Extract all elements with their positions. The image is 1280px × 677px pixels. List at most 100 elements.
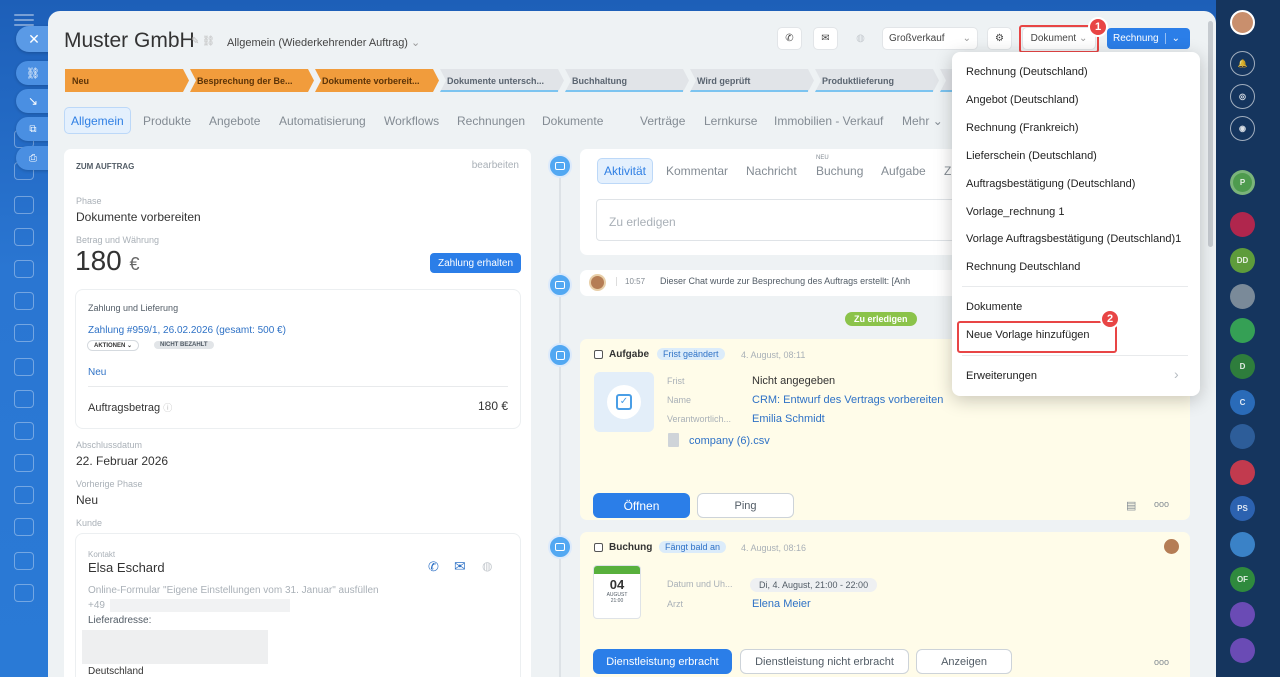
service-done-button[interactable]: Dienstleistung erbracht [593, 649, 732, 674]
menu-item-invoice-germany[interactable]: Rechnung Deutschland [966, 261, 1080, 273]
menu-item-delivery-note[interactable]: Lieferschein (Deutschland) [966, 150, 1097, 162]
note-icon[interactable]: ▤ [1126, 499, 1136, 512]
tab-documents[interactable]: Dokumente [542, 108, 603, 133]
copy-link-button[interactable]: ⛓ [16, 61, 50, 85]
chat-avatar-of[interactable]: OF [1230, 567, 1255, 592]
print-button[interactable]: ⎙ [16, 146, 50, 170]
chat-avatar[interactable] [1230, 532, 1255, 557]
more-icon[interactable]: ooo [1154, 499, 1169, 509]
chat-text[interactable]: Dieser Chat wurde zur Besprechung des Au… [660, 276, 910, 286]
tab-booking[interactable]: Buchung [816, 164, 863, 178]
close-slider-button[interactable]: ✕ [16, 26, 52, 52]
pulse-icon[interactable]: ◎ [1230, 84, 1255, 109]
settings-button[interactable]: ⚙ [988, 28, 1011, 49]
name-value[interactable]: CRM: Entwurf des Vertrags vorbereiten [752, 394, 943, 406]
menu-item-quote-de[interactable]: Angebot (Deutschland) [966, 94, 1079, 106]
contact-phone-icon[interactable]: ✆ [428, 559, 439, 575]
contact-name[interactable]: Elsa Eschard [88, 560, 165, 575]
tab-message[interactable]: Nachricht [746, 164, 797, 178]
nav-icon[interactable] [14, 324, 34, 342]
menu-item-invoice-fr[interactable]: Rechnung (Frankreich) [966, 122, 1079, 134]
tab-contracts[interactable]: Verträge [640, 108, 685, 133]
menu-item-order-confirmation[interactable]: Auftragsbestätigung (Deutschland) [966, 178, 1135, 190]
menu-item-invoice-de[interactable]: Rechnung (Deutschland) [966, 66, 1088, 78]
tab-products[interactable]: Produkte [143, 108, 191, 133]
tab-more[interactable]: Mehr ⌄ [902, 108, 943, 133]
chevron-down-icon[interactable]: ⌄ [1164, 33, 1180, 44]
nav-icon[interactable] [14, 390, 34, 408]
more-icon[interactable]: ooo [1154, 657, 1169, 667]
open-new-window-button[interactable]: ⧉ [16, 117, 50, 141]
chat-avatar[interactable] [1230, 318, 1255, 343]
tab-activity[interactable]: Aktivität [598, 159, 653, 183]
user-avatar[interactable] [1230, 10, 1255, 35]
stage-new[interactable]: Neu [65, 69, 189, 92]
ping-button[interactable]: Ping [697, 493, 794, 518]
nav-icon[interactable] [14, 196, 34, 214]
tab-quotes[interactable]: Angebote [209, 108, 260, 133]
nav-icon[interactable] [14, 486, 34, 504]
contact-mail-icon[interactable]: ✉ [454, 558, 466, 575]
tab-invoices[interactable]: Rechnungen [457, 108, 525, 133]
file-link[interactable]: company (6).csv [689, 435, 770, 447]
chat-avatar-d[interactable]: D [1230, 354, 1255, 379]
deal-category-selector[interactable]: Allgemein (Wiederkehrender Auftrag) ⌄ [227, 36, 420, 49]
doctor-value[interactable]: Elena Meier [752, 598, 811, 610]
pipeline-selector[interactable]: Großverkauf ⌄ [883, 28, 977, 49]
task-checkbox[interactable] [594, 350, 603, 359]
edit-link[interactable]: bearbeiten [472, 160, 519, 171]
minimize-button[interactable]: ↘ [16, 89, 50, 113]
chat-icon[interactable]: ◉ [1230, 116, 1255, 141]
stage-prepare-documents[interactable]: Dokumente vorbereit... [315, 69, 439, 92]
booking-checkbox[interactable] [594, 543, 603, 552]
nav-icon[interactable] [14, 518, 34, 536]
calendar-chat-icon[interactable] [1230, 460, 1255, 485]
tab-general[interactable]: Allgemein [65, 108, 130, 133]
nav-icon[interactable] [14, 228, 34, 246]
payment-link[interactable]: Zahlung #959/1, 26.02.2026 (gesamt: 500 … [88, 325, 286, 336]
menu-item-template-order-confirmation[interactable]: Vorlage Auftragsbestätigung (Deutschland… [966, 233, 1181, 245]
stage-review[interactable]: Wird geprüft [690, 69, 814, 92]
nav-icon[interactable] [14, 454, 34, 472]
contact-chat-icon[interactable]: ◍ [482, 559, 492, 573]
nav-icon[interactable] [14, 260, 34, 278]
chat-avatar-c[interactable]: C [1230, 390, 1255, 415]
nav-icon[interactable] [14, 422, 34, 440]
stage-product-delivery[interactable]: Produktlieferung [815, 69, 939, 92]
menu-item-extensions[interactable]: Erweiterungen [966, 370, 1037, 382]
menu-item-template-invoice[interactable]: Vorlage_rechnung 1 [966, 206, 1064, 218]
email-button[interactable]: ✉ [814, 28, 837, 49]
nav-icon[interactable] [14, 552, 34, 570]
deal-title[interactable]: Muster GmbH [64, 29, 195, 53]
info-icon[interactable]: ⓘ [163, 403, 172, 413]
open-button[interactable]: Öffnen [593, 493, 690, 518]
menu-icon[interactable] [14, 14, 34, 16]
invoice-button[interactable]: Rechnung ⌄ [1107, 28, 1190, 49]
nav-icon[interactable] [14, 584, 34, 602]
tab-automation[interactable]: Automatisierung [279, 108, 366, 133]
chat-avatar[interactable] [1230, 284, 1255, 309]
tab-courses[interactable]: Lernkurse [704, 108, 757, 133]
phone-number[interactable]: +49 [88, 600, 105, 611]
chat-avatar[interactable] [1230, 602, 1255, 627]
chat-avatar[interactable] [1230, 424, 1255, 449]
call-button[interactable]: ✆ [778, 28, 801, 49]
notifications-icon[interactable]: 🔔 [1230, 51, 1255, 76]
tab-more[interactable]: Z [944, 164, 951, 178]
stage-discussion[interactable]: Besprechung der Be... [190, 69, 314, 92]
actions-dropdown[interactable]: AKTIONEN ⌄ [88, 341, 138, 350]
tab-task[interactable]: Aufgabe [881, 164, 926, 178]
menu-item-documents[interactable]: Dokumente [966, 301, 1022, 313]
chat-avatar[interactable] [1230, 212, 1255, 237]
edit-title-icon[interactable]: ✎ ⛓ [191, 36, 215, 47]
chat-avatar-p[interactable]: P [1230, 170, 1255, 195]
nav-icon[interactable] [14, 292, 34, 310]
responsible-value[interactable]: Emilia Schmidt [752, 413, 825, 425]
stage-accounting[interactable]: Buchhaltung [565, 69, 689, 92]
chat-avatar-dd[interactable]: DD [1230, 248, 1255, 273]
chat-avatar-ps[interactable]: PS [1230, 496, 1255, 521]
tab-comment[interactable]: Kommentar [666, 164, 728, 178]
payment-received-button[interactable]: Zahlung erhalten [430, 253, 521, 273]
new-status-link[interactable]: Neu [88, 367, 106, 378]
service-not-done-button[interactable]: Dienstleistung nicht erbracht [740, 649, 909, 674]
